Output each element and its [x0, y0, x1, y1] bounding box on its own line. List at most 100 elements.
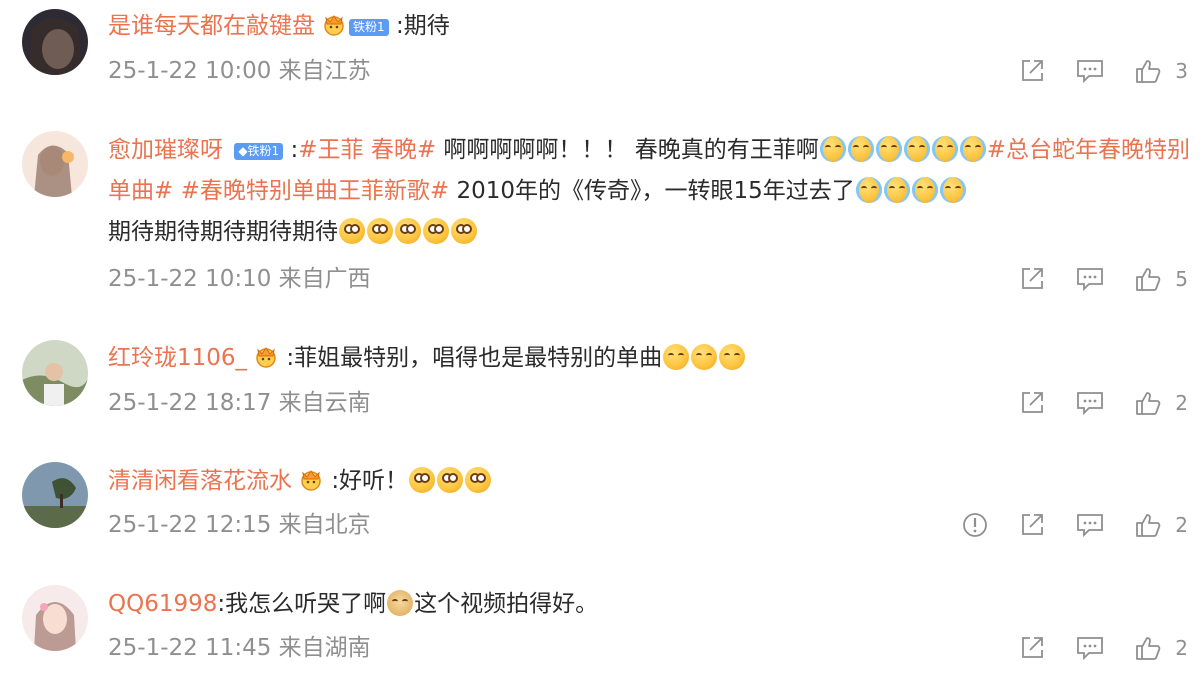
reply-button[interactable] [1076, 390, 1104, 416]
share-button[interactable] [1019, 266, 1045, 292]
comment-meta: 25-1-22 10:10 来自广西 [108, 264, 371, 294]
comment-text: QQ61998:我怎么听哭了啊 这个视频拍得好。 [108, 584, 1193, 625]
crown-icon [321, 12, 347, 36]
comment-content: 这个视频拍得好。 [414, 591, 599, 617]
reply-button[interactable] [1076, 266, 1104, 292]
location: 来自云南 [278, 390, 371, 416]
comment-text: 愈加璀璨呀 ◆铁粉1 :#王菲 春晚# 啊啊啊啊啊！！！ 春晚真的有王菲啊 #总台… [108, 130, 1193, 253]
comment-actions: 2 [988, 388, 1188, 418]
crying-emoji-icon [847, 136, 874, 162]
comment-content: :好听！ [331, 468, 409, 494]
report-icon [962, 512, 988, 538]
crown-icon [298, 467, 324, 491]
comment-actions: 3 [988, 56, 1188, 86]
crown-icon [253, 344, 279, 368]
smug-emoji-icon [691, 344, 718, 370]
reply-button[interactable] [1076, 512, 1104, 538]
comment-actions: 5 [988, 264, 1188, 294]
shocked-emoji-icon [465, 467, 492, 493]
comment-icon [1076, 266, 1104, 292]
like-icon [1135, 58, 1161, 84]
username-link[interactable]: 是谁每天都在敲键盘 [108, 13, 315, 39]
report-button[interactable] [962, 512, 988, 538]
comment-icon [1076, 635, 1104, 661]
timestamp: 25-1-22 12:15 [108, 512, 272, 538]
crying-emoji-icon [939, 177, 966, 203]
share-button[interactable] [1019, 58, 1045, 84]
like-button[interactable]: 2 [1135, 635, 1188, 661]
fan-badge: 铁粉1 [349, 19, 389, 36]
comment-content: :期待 [395, 13, 450, 39]
comment-text: 清清闲看落花流水 :好听！ [108, 461, 1193, 502]
username-link[interactable]: QQ61998 [108, 591, 217, 617]
shocked-emoji-icon [437, 467, 464, 493]
crying-emoji-icon [855, 177, 882, 203]
comment-meta: 25-1-22 11:45 来自湖南 [108, 633, 371, 663]
comment-content: 2010年的《传奇》，一转眼15年过去了 [449, 178, 855, 204]
smug-emoji-icon [663, 344, 690, 370]
shocked-emoji-icon [367, 218, 393, 244]
avatar[interactable] [22, 340, 88, 406]
fan-badge: ◆铁粉1 [234, 143, 284, 160]
comment-text: 是谁每天都在敲键盘 铁粉1 :期待 [108, 6, 1193, 47]
comment-content: :菲姐最特别，唱得也是最特别的单曲 [286, 345, 663, 371]
username-link[interactable]: 红玲珑1106_ [108, 345, 247, 371]
comment-icon [1076, 58, 1104, 84]
shocked-emoji-icon [451, 218, 477, 244]
location: 来自广西 [278, 266, 371, 292]
comment-text: 红玲珑1106_ :菲姐最特别，唱得也是最特别的单曲 [108, 338, 1193, 379]
crying-emoji-icon [931, 136, 958, 162]
share-button[interactable] [1019, 512, 1045, 538]
like-count: 2 [1175, 391, 1188, 415]
comment-content: :我怎么听哭了啊 [217, 591, 387, 617]
crying-emoji-icon [911, 177, 938, 203]
location: 来自江苏 [278, 58, 371, 84]
location: 来自湖南 [278, 635, 371, 661]
comment-content: 啊啊啊啊啊！！！ 春晚真的有王菲啊 [436, 137, 819, 163]
reply-button[interactable] [1076, 58, 1104, 84]
comment-actions: 2 [988, 633, 1188, 663]
like-count: 3 [1175, 59, 1188, 83]
comment-actions: 2 [931, 510, 1188, 540]
like-button[interactable]: 2 [1135, 390, 1188, 416]
like-button[interactable]: 5 [1135, 266, 1188, 292]
reply-button[interactable] [1076, 635, 1104, 661]
like-button[interactable]: 2 [1135, 512, 1188, 538]
avatar[interactable] [22, 9, 88, 75]
shocked-emoji-icon [409, 467, 436, 493]
timestamp: 25-1-22 10:00 [108, 58, 272, 84]
like-count: 2 [1175, 636, 1188, 660]
crying-emoji-icon [959, 136, 986, 162]
crying-emoji-icon [875, 136, 902, 162]
share-button[interactable] [1019, 390, 1045, 416]
avatar[interactable] [22, 585, 88, 651]
share-button[interactable] [1019, 635, 1045, 661]
timestamp: 25-1-22 10:10 [108, 266, 272, 292]
share-icon [1019, 512, 1045, 538]
share-icon [1019, 58, 1045, 84]
timestamp: 25-1-22 18:17 [108, 390, 272, 416]
avatar[interactable] [22, 131, 88, 197]
hashtag-link[interactable]: #王菲 春晚# [298, 137, 436, 163]
crying-emoji-icon [883, 177, 910, 203]
like-count: 2 [1175, 513, 1188, 537]
location: 来自北京 [278, 512, 371, 538]
comment-icon [1076, 512, 1104, 538]
username-link[interactable]: 愈加璀璨呀 [108, 137, 223, 163]
timestamp: 25-1-22 11:45 [108, 635, 272, 661]
crying-emoji-icon [903, 136, 930, 162]
hashtag-link[interactable]: #春晚特别单曲王菲新歌# [181, 178, 450, 204]
comment-content: 期待期待期待期待期待 [108, 219, 338, 245]
comment-meta: 25-1-22 18:17 来自云南 [108, 388, 371, 418]
diamond-icon: ◆ [238, 144, 248, 158]
shocked-emoji-icon [423, 218, 449, 244]
shocked-emoji-icon [339, 218, 365, 244]
share-icon [1019, 390, 1045, 416]
username-link[interactable]: 清清闲看落花流水 [108, 468, 292, 494]
share-icon [1019, 635, 1045, 661]
share-icon [1019, 266, 1045, 292]
like-button[interactable]: 3 [1135, 58, 1188, 84]
avatar[interactable] [22, 462, 88, 528]
smug-emoji-icon [719, 344, 746, 370]
comment-icon [1076, 390, 1104, 416]
